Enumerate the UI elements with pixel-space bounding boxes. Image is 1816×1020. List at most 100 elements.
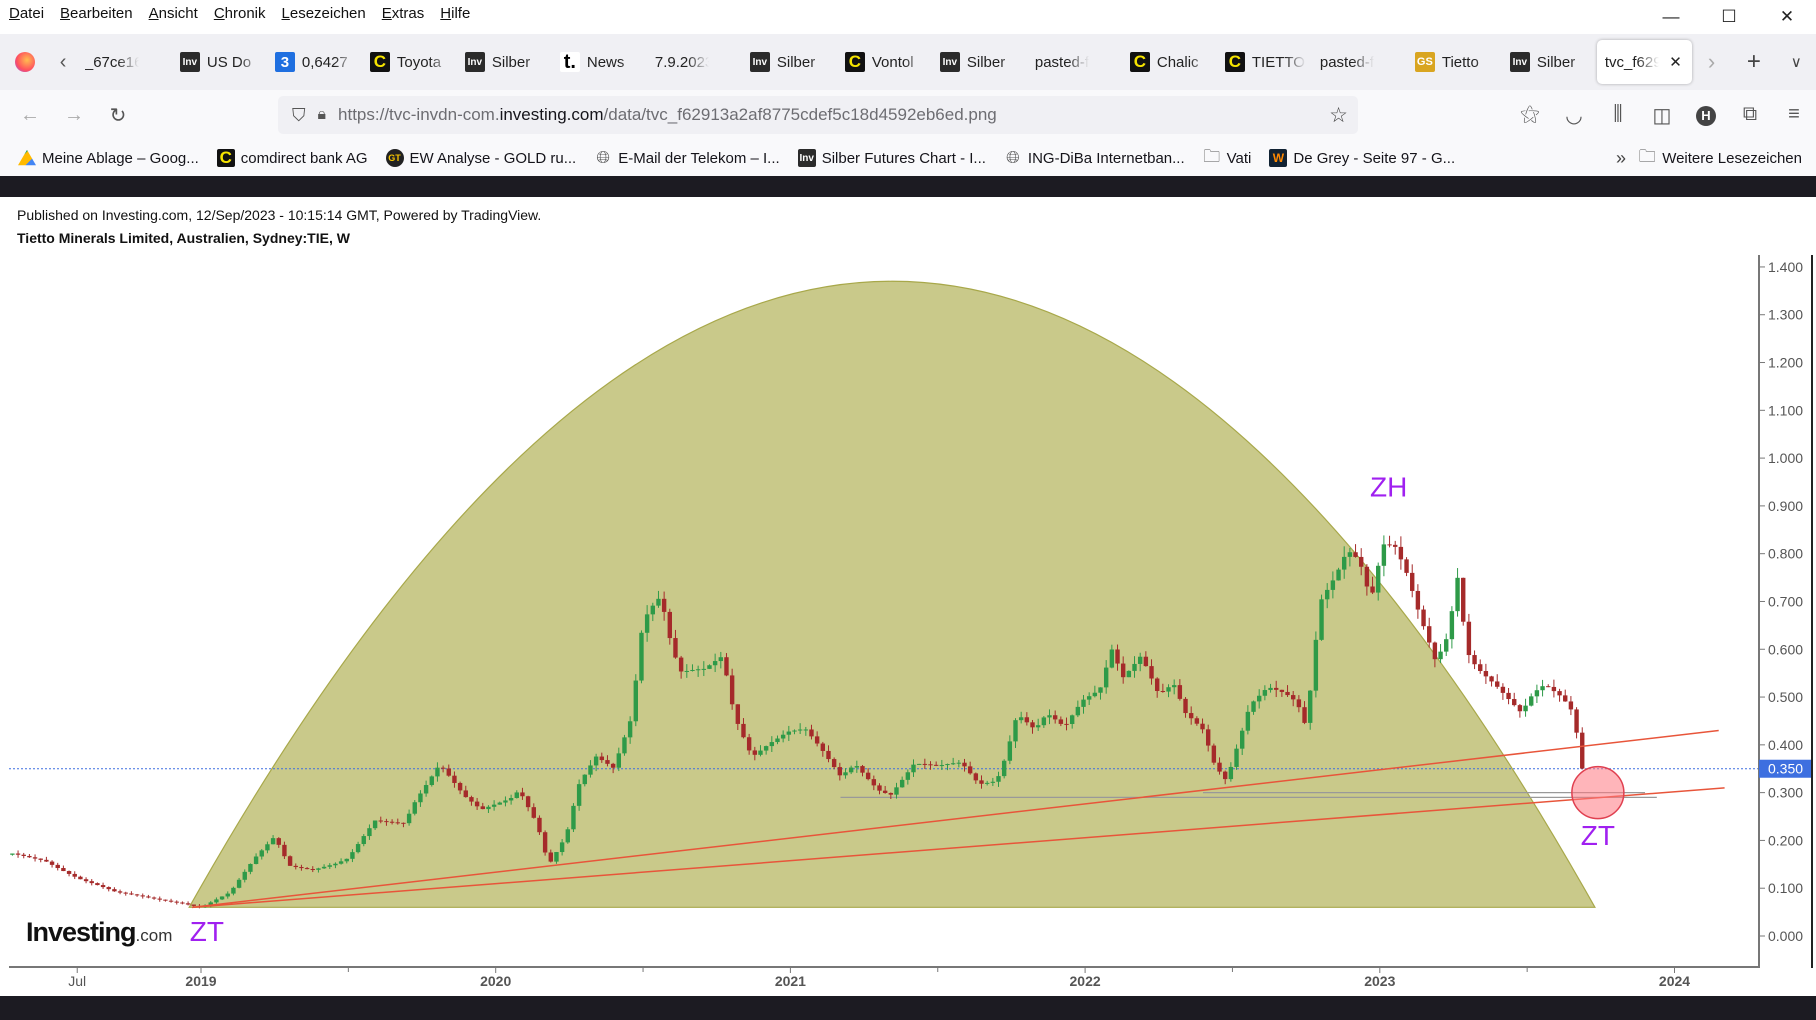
candle-body bbox=[656, 598, 661, 606]
candle-body bbox=[1370, 586, 1375, 593]
candle-body bbox=[990, 781, 996, 783]
y-tick-label: 0.400 bbox=[1768, 737, 1803, 753]
candle-body bbox=[378, 820, 383, 822]
candle-body bbox=[1449, 611, 1455, 640]
candle-body bbox=[1274, 687, 1279, 690]
candle-body bbox=[593, 756, 599, 766]
candle-body bbox=[690, 669, 695, 671]
x-tick-label: 2023 bbox=[1364, 973, 1395, 989]
candle-body bbox=[950, 763, 956, 765]
candle-body bbox=[1069, 715, 1075, 724]
candle-body bbox=[1098, 687, 1103, 693]
candle-body bbox=[928, 764, 933, 766]
candle-body bbox=[1455, 577, 1460, 612]
candle-body bbox=[327, 865, 332, 867]
y-tick-label: 0.600 bbox=[1768, 641, 1803, 657]
candle-body bbox=[140, 895, 145, 897]
candle-body bbox=[1166, 687, 1171, 692]
candle-body bbox=[44, 859, 49, 862]
candle-body bbox=[259, 850, 264, 857]
candle-body bbox=[1359, 556, 1364, 567]
candle-body bbox=[89, 881, 94, 884]
candle-body bbox=[440, 767, 446, 769]
candle-body bbox=[695, 669, 701, 671]
candle-body bbox=[1529, 696, 1534, 706]
candle-body bbox=[1120, 663, 1126, 678]
candle-body bbox=[32, 857, 38, 859]
logo-text: Investing bbox=[26, 917, 137, 947]
candle-body bbox=[367, 828, 372, 837]
candle-body bbox=[134, 894, 140, 896]
candle-body bbox=[10, 853, 15, 855]
y-tick-label: 1.400 bbox=[1768, 259, 1803, 275]
candle-body bbox=[1115, 649, 1120, 664]
y-tick-label: 0.200 bbox=[1768, 832, 1803, 848]
candle-body bbox=[219, 896, 225, 900]
candle-body bbox=[1398, 546, 1404, 560]
annotation-label: ZT bbox=[190, 916, 224, 947]
candle-body bbox=[1330, 580, 1336, 590]
last-price-label: 0.350 bbox=[1768, 761, 1803, 777]
x-tick-label: 2020 bbox=[480, 973, 511, 989]
candle-body bbox=[406, 813, 412, 824]
candle-body bbox=[1256, 695, 1262, 702]
candle-body bbox=[939, 765, 945, 767]
annotation-label: ZH bbox=[1370, 471, 1407, 502]
candle-body bbox=[469, 797, 474, 802]
candle-body bbox=[752, 750, 758, 755]
candle-body bbox=[1461, 577, 1466, 622]
candle-body bbox=[922, 763, 928, 765]
candle-body bbox=[605, 760, 610, 764]
candle-body bbox=[650, 605, 655, 615]
candle-body bbox=[945, 764, 950, 766]
candle-body bbox=[55, 864, 60, 869]
candle-body bbox=[531, 807, 536, 818]
candle-body bbox=[1427, 626, 1432, 643]
candle-body bbox=[616, 753, 621, 768]
candle-body bbox=[1580, 732, 1585, 769]
candle-body bbox=[412, 802, 417, 814]
candle-body bbox=[100, 885, 106, 888]
candle-body bbox=[831, 759, 837, 768]
candle-body bbox=[1086, 696, 1092, 700]
candle-body bbox=[1512, 699, 1517, 706]
candle-body bbox=[622, 737, 627, 754]
candle-body bbox=[1109, 649, 1115, 668]
candle-body bbox=[1228, 766, 1234, 780]
candle-body bbox=[956, 762, 962, 764]
candle-body bbox=[758, 750, 763, 755]
candle-body bbox=[1342, 556, 1347, 570]
candle-body bbox=[316, 868, 321, 870]
candle-body bbox=[344, 858, 349, 862]
candle-body bbox=[1064, 723, 1069, 725]
candle-body bbox=[1466, 621, 1472, 656]
candle-body bbox=[1551, 686, 1557, 692]
candle-body bbox=[1137, 656, 1143, 664]
candle-body bbox=[287, 856, 293, 866]
candle-body bbox=[429, 776, 434, 786]
candle-body bbox=[673, 638, 678, 658]
candle-body bbox=[571, 805, 576, 830]
candle-body bbox=[1132, 663, 1137, 671]
candle-body bbox=[1200, 723, 1205, 730]
candle-body bbox=[735, 704, 741, 724]
candle-body bbox=[973, 773, 979, 781]
candle-body bbox=[435, 767, 440, 777]
candle-body bbox=[848, 767, 854, 773]
logo-suffix: .com bbox=[135, 926, 173, 945]
candle-body bbox=[797, 729, 803, 731]
candle-body bbox=[151, 897, 157, 899]
candle-body bbox=[1268, 687, 1273, 691]
y-tick-label: 1.000 bbox=[1768, 450, 1803, 466]
candle-body bbox=[911, 764, 916, 773]
candle-body bbox=[746, 737, 752, 751]
candle-body bbox=[780, 734, 786, 739]
candle-body bbox=[1296, 699, 1302, 708]
plot-area bbox=[9, 280, 1759, 909]
candle-body bbox=[1506, 692, 1511, 700]
candle-body bbox=[1483, 671, 1489, 677]
candle-body bbox=[707, 665, 712, 669]
candle-body bbox=[231, 887, 236, 894]
candle-body bbox=[1404, 559, 1409, 573]
candle-body bbox=[463, 790, 468, 798]
